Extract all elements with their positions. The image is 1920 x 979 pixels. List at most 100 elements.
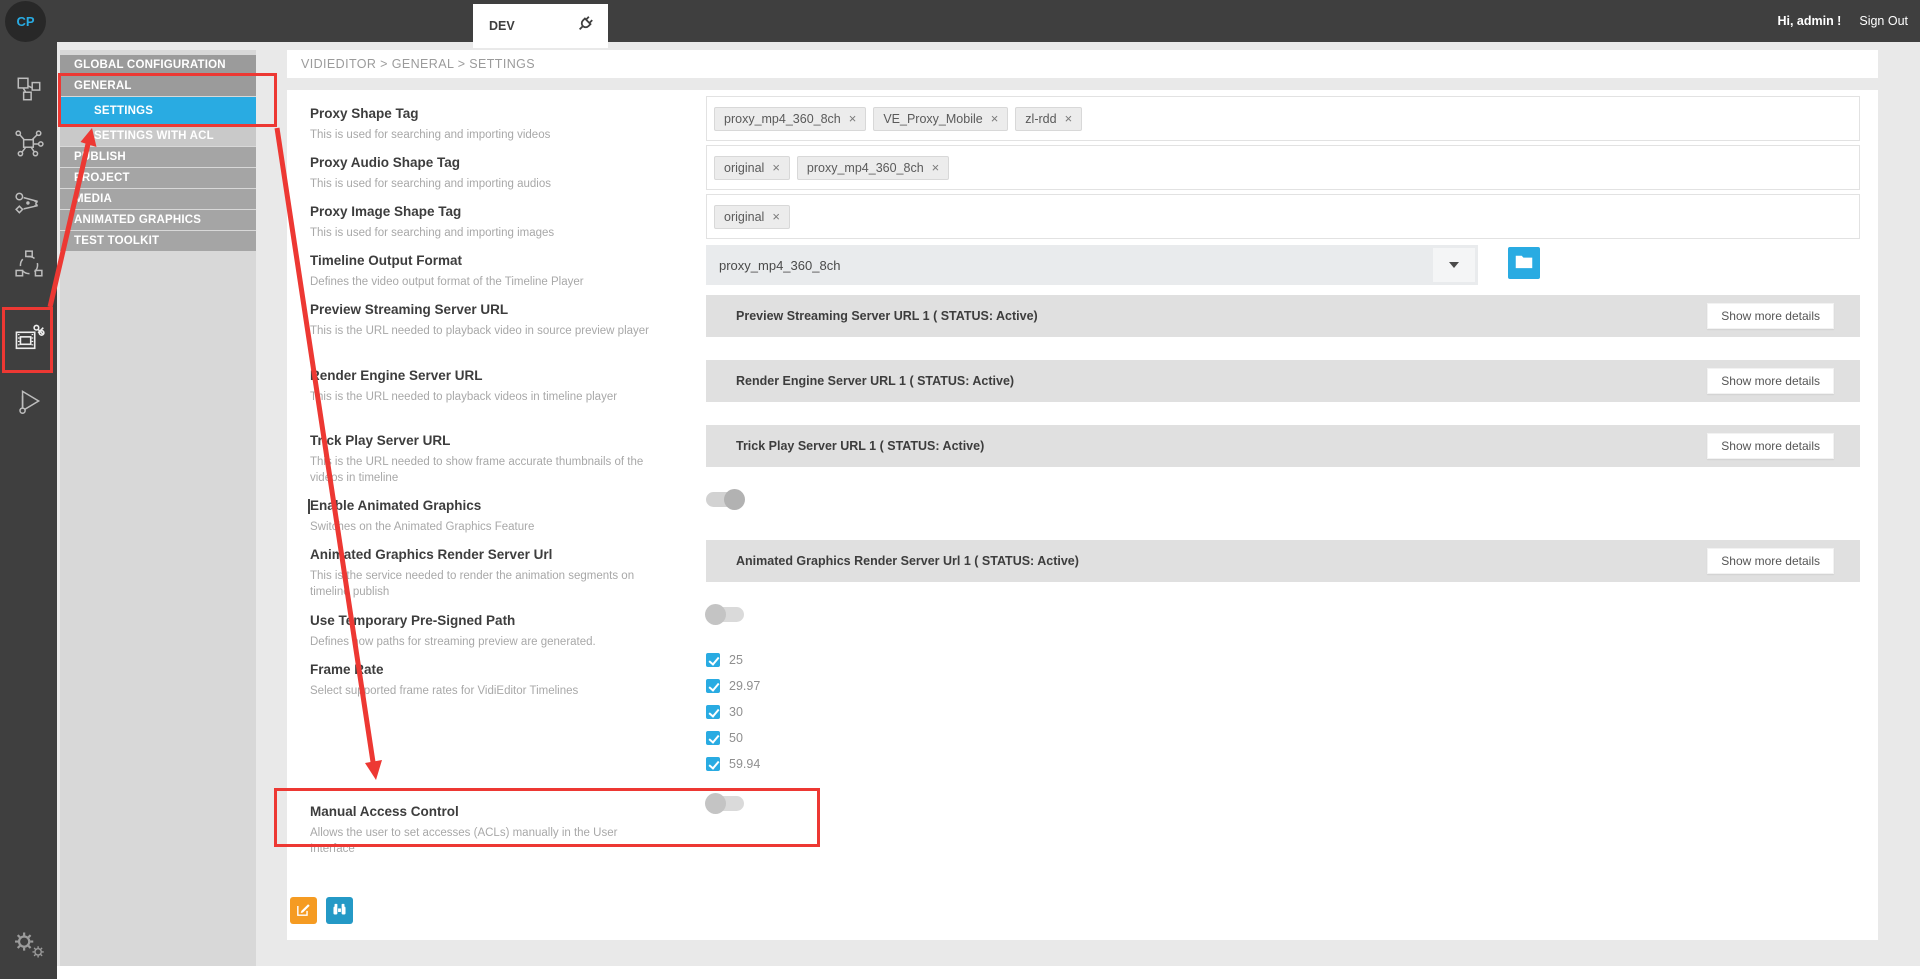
checkbox-label: 59.94 — [729, 757, 760, 771]
setting-label: Trick Play Server URL — [310, 433, 665, 448]
tag-remove-icon[interactable]: × — [932, 161, 940, 174]
sidebar-item-label: PUBLISH — [74, 151, 126, 163]
top-bar — [0, 0, 1920, 42]
checkbox-label: 30 — [729, 705, 743, 719]
rail-item-media-network[interactable] — [13, 130, 45, 162]
tag-chip-label: original — [724, 210, 764, 224]
frame-rate-checkbox[interactable] — [706, 705, 720, 719]
server-status-text: Render Engine Server URL 1 ( STATUS: Act… — [706, 374, 1014, 388]
sidebar-item-settings-with-acl[interactable]: SETTINGS WITH ACL — [60, 126, 256, 146]
binoculars-icon — [331, 901, 348, 921]
setting-label: Render Engine Server URL — [310, 368, 665, 383]
text-cursor — [308, 499, 310, 514]
video-editor-icon — [13, 322, 45, 359]
setting-description: This is used for searching and importing… — [310, 128, 665, 144]
setting-label: Proxy Shape Tag — [310, 106, 665, 121]
rail-item-process-loop[interactable] — [13, 250, 45, 282]
setting-description: Defines how paths for streaming preview … — [310, 635, 665, 651]
folder-icon — [1515, 253, 1533, 274]
dropdown-caret-zone[interactable] — [1433, 248, 1475, 282]
proxy-image-shape-tag-field[interactable]: original × — [706, 194, 1860, 239]
frame-rate-checkbox[interactable] — [706, 653, 720, 667]
tag-remove-icon[interactable]: × — [1065, 112, 1073, 125]
browse-folder-button[interactable] — [1508, 247, 1540, 279]
toggle-knob — [705, 793, 726, 814]
sidebar-item-publish[interactable]: PUBLISH — [60, 147, 256, 167]
sidebar-item-project[interactable]: PROJECT — [60, 168, 256, 188]
edit-button[interactable] — [290, 897, 317, 924]
setting-description: This is the URL needed to show frame acc… — [310, 455, 665, 486]
rail-item-modules-cubes[interactable] — [13, 75, 45, 107]
setting-description: Allows the user to set accesses (ACLs) m… — [310, 826, 665, 857]
sidebar-item-test-toolkit[interactable]: TEST TOOLKIT — [60, 231, 256, 251]
server-status-text: Animated Graphics Render Server Url 1 ( … — [706, 554, 1079, 568]
manual-access-control-toggle[interactable] — [706, 796, 744, 811]
sidebar-item-animated-graphics[interactable]: ANIMATED GRAPHICS — [60, 210, 256, 230]
enable-animated-graphics-toggle[interactable] — [706, 492, 744, 507]
rail-item-playout[interactable] — [13, 387, 45, 419]
app-logo-text: CP — [16, 14, 34, 29]
proxy-shape-tag-field[interactable]: proxy_mp4_360_8ch×VE_Proxy_Mobile×zl-rdd… — [706, 96, 1860, 141]
trick-play-server-url-status-bar: Trick Play Server URL 1 ( STATUS: Active… — [706, 425, 1860, 467]
setting-description: This is the service needed to render the… — [310, 569, 665, 600]
frame-rate-options: 2529.97305059.94 — [706, 653, 760, 771]
show-more-details-button[interactable]: Show more details — [1707, 368, 1834, 394]
checkbox-row: 29.97 — [706, 679, 760, 693]
edit-icon — [295, 901, 312, 921]
sidebar-item-general[interactable]: GENERAL — [60, 76, 256, 96]
setting-label: Proxy Audio Shape Tag — [310, 155, 665, 170]
sidebar-item-global-configuration[interactable]: GLOBAL CONFIGURATION — [60, 55, 256, 75]
show-more-details-button[interactable]: Show more details — [1707, 548, 1834, 574]
user-greeting: Hi, admin ! — [1777, 14, 1841, 28]
frame-rate-checkbox[interactable] — [706, 757, 720, 771]
setting-row-trick-play-server-url: Trick Play Server URL This is the URL nee… — [310, 433, 665, 486]
tag-chip: VE_Proxy_Mobile × — [873, 107, 1008, 131]
toggle-knob — [724, 489, 745, 510]
rail-item-video-editor[interactable] — [13, 324, 45, 356]
rail-item-workflow[interactable] — [13, 189, 45, 221]
sidebar-item-media[interactable]: MEDIA — [60, 189, 256, 209]
setting-label: Preview Streaming Server URL — [310, 302, 665, 317]
setting-label: Enable Animated Graphics — [310, 498, 665, 513]
setting-description: Select supported frame rates for VidiEdi… — [310, 684, 665, 700]
use-temporary-pre-signed-path-toggle[interactable] — [706, 607, 744, 622]
breadcrumb: VIDIEDITOR > GENERAL > SETTINGS — [287, 57, 535, 71]
process-loop-icon — [14, 249, 44, 284]
show-more-details-button[interactable]: Show more details — [1707, 303, 1834, 329]
proxy-audio-shape-tag-field[interactable]: original×proxy_mp4_360_8ch× — [706, 145, 1860, 190]
toggle-knob — [705, 604, 726, 625]
rail-item-settings-gears[interactable] — [13, 930, 45, 962]
setting-row-proxy-audio-shape-tag: Proxy Audio Shape Tag This is used for se… — [310, 155, 665, 193]
media-network-icon — [14, 129, 44, 164]
checkbox-label: 25 — [729, 653, 743, 667]
animated-graphics-render-server-url-status-bar: Animated Graphics Render Server Url 1 ( … — [706, 540, 1860, 582]
setting-row-proxy-image-shape-tag: Proxy Image Shape TagThis is used for se… — [310, 204, 665, 242]
binoculars-button[interactable] — [326, 897, 353, 924]
setting-row-enable-animated-graphics: Enable Animated GraphicsSwitches on the … — [310, 498, 665, 536]
tag-chip-label: original — [724, 161, 764, 175]
frame-rate-checkbox[interactable] — [706, 679, 720, 693]
tag-remove-icon[interactable]: × — [772, 161, 780, 174]
setting-description: This is used for searching and importing… — [310, 177, 665, 193]
tag-remove-icon[interactable]: × — [991, 112, 999, 125]
checkbox-row: 59.94 — [706, 757, 760, 771]
frame-rate-checkbox[interactable] — [706, 731, 720, 745]
tag-chip: proxy_mp4_360_8ch× — [797, 156, 949, 180]
setting-row-preview-streaming-server-url: Preview Streaming Server URLThis is the … — [310, 302, 665, 340]
sign-out-link[interactable]: Sign Out — [1859, 14, 1908, 28]
tag-chip: original × — [714, 205, 790, 229]
setting-row-use-temporary-pre-signed-path: Use Temporary Pre-Signed Path Defines how… — [310, 613, 665, 651]
show-more-details-button[interactable]: Show more details — [1707, 433, 1834, 459]
preview-streaming-server-url-status-bar: Preview Streaming Server URL 1 ( STATUS:… — [706, 295, 1860, 337]
tag-chip-label: VE_Proxy_Mobile — [883, 112, 982, 126]
sidebar-item-settings[interactable]: SETTINGS — [60, 97, 256, 125]
env-tab-dev[interactable]: DEV — [473, 4, 608, 48]
breadcrumb-bar: VIDIEDITOR > GENERAL > SETTINGS — [287, 50, 1878, 78]
sidebar-item-label: MEDIA — [74, 193, 112, 205]
tag-chip-label: zl-rdd — [1025, 112, 1056, 126]
setting-label: Use Temporary Pre-Signed Path — [310, 613, 665, 628]
app-logo[interactable]: CP — [5, 1, 46, 42]
tag-remove-icon[interactable]: × — [849, 112, 857, 125]
timeline-output-format-dropdown[interactable]: proxy_mp4_360_8ch — [706, 245, 1478, 285]
tag-remove-icon[interactable]: × — [772, 210, 780, 223]
